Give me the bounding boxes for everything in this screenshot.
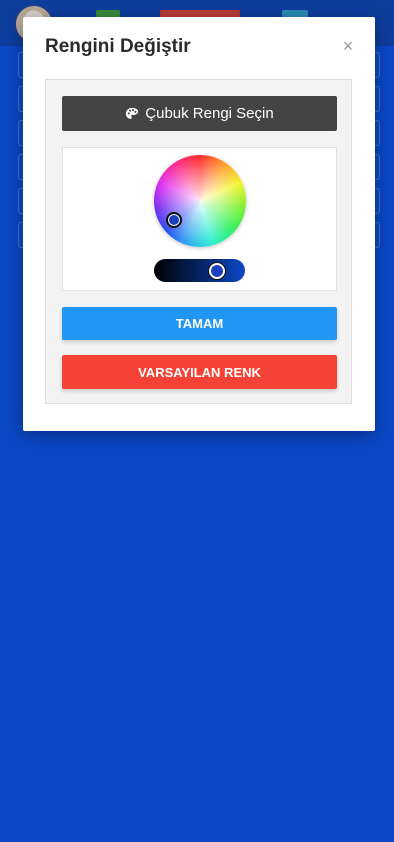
brightness-slider-handle[interactable] — [209, 263, 225, 279]
default-color-button[interactable]: VARSAYILAN RENK — [62, 355, 337, 389]
palette-icon — [126, 107, 139, 119]
color-wheel-handle[interactable] — [166, 212, 182, 228]
color-wheel[interactable] — [154, 155, 246, 247]
color-panel: Çubuk Rengi Seçin TAMAM VARSAYILAN RENK — [45, 79, 352, 404]
color-picker — [62, 147, 337, 291]
pick-bar-color-label: Çubuk Rengi Seçin — [145, 105, 274, 122]
close-icon[interactable]: × — [339, 37, 357, 55]
pick-bar-color-button[interactable]: Çubuk Rengi Seçin — [62, 96, 337, 131]
color-change-modal: Rengini Değiştir × Çubuk Rengi Seçin TAM… — [23, 17, 375, 431]
brightness-slider[interactable] — [154, 259, 245, 282]
modal-title: Rengini Değiştir — [45, 36, 191, 57]
ok-button[interactable]: TAMAM — [62, 307, 337, 340]
